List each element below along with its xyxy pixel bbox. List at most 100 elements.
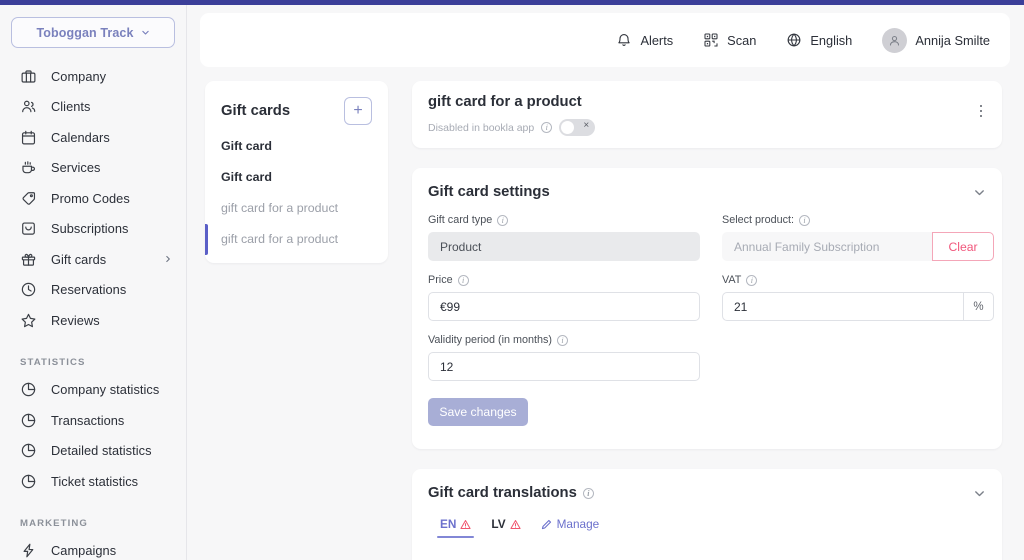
sidebar-item-label: Clients: [51, 99, 91, 115]
vat-percent-suffix: %: [963, 292, 994, 321]
org-switcher-button[interactable]: Toboggan Track: [11, 17, 175, 48]
vat-label: VAT: [722, 274, 742, 286]
validity-period-input[interactable]: 12: [428, 352, 700, 381]
alerts-button[interactable]: Alerts: [616, 32, 673, 48]
info-icon[interactable]: i: [557, 334, 569, 346]
translation-tabs: EN LV Manage: [412, 501, 1002, 538]
sidebar-nav: Company Clients Calendars Services Promo…: [0, 61, 186, 560]
sidebar-item-label: Gift cards: [51, 251, 107, 267]
disabled-status-label: Disabled in bookla app: [428, 121, 535, 134]
price-label-row: Price i: [428, 274, 700, 286]
gift-icon: [20, 251, 37, 268]
tab-en[interactable]: EN: [436, 517, 475, 538]
add-gift-card-button[interactable]: +: [344, 97, 372, 125]
gift-card-type-label-row: Gift card type i: [428, 214, 700, 226]
select-product-group: Annual Family Subscription Clear: [722, 232, 994, 261]
header-bar: Alerts Scan English Annija Smilte: [200, 13, 1010, 67]
gift-card-detail-header: gift card for a product Disabled in book…: [412, 81, 1002, 148]
list-item[interactable]: gift card for a product: [205, 193, 388, 224]
price-field: Price i €99: [428, 274, 700, 321]
pie-chart-icon: [20, 412, 37, 429]
manage-translations-button[interactable]: Manage: [541, 517, 599, 538]
gift-card-translations-panel: Gift card translations i EN LV Manage: [412, 469, 1002, 560]
sidebar-item-reservations[interactable]: Reservations: [0, 275, 186, 306]
sidebar-item-label: Detailed statistics: [51, 443, 152, 459]
info-icon[interactable]: i: [457, 274, 469, 286]
settings-form: Gift card type i Product Select product:…: [412, 200, 1002, 394]
language-selector[interactable]: English: [786, 32, 852, 48]
sidebar-item-label: Transactions: [51, 412, 125, 428]
sidebar-item-label: Services: [51, 160, 101, 176]
bolt-icon: [20, 542, 37, 559]
sidebar-item-services[interactable]: Services: [0, 153, 186, 184]
chevron-down-icon[interactable]: [973, 487, 986, 500]
sidebar-item-gift-cards[interactable]: Gift cards: [0, 244, 186, 275]
clock-icon: [20, 281, 37, 298]
gift-card-type-field: Gift card type i Product: [428, 214, 700, 261]
sidebar-item-company[interactable]: Company: [0, 61, 186, 92]
vat-label-row: VAT i: [722, 274, 994, 286]
pie-chart-icon: [20, 473, 37, 490]
warning-triangle-icon: [510, 519, 521, 530]
avatar: [882, 27, 908, 53]
info-icon[interactable]: i: [799, 214, 811, 226]
sidebar-item-label: Company: [51, 68, 107, 84]
org-switcher-label: Toboggan Track: [36, 25, 134, 40]
sidebar-item-label: Reviews: [51, 312, 100, 328]
sidebar-item-subscriptions[interactable]: Subscriptions: [0, 214, 186, 245]
kebab-menu-icon[interactable]: [974, 103, 988, 119]
save-changes-button[interactable]: Save changes: [428, 398, 528, 426]
list-item[interactable]: Gift card: [205, 131, 388, 162]
sidebar-item-label: Campaigns: [51, 543, 117, 559]
info-icon[interactable]: i: [746, 274, 758, 286]
sidebar-item-label: Promo Codes: [51, 190, 130, 206]
translations-header: Gift card translations i: [412, 469, 1002, 501]
pencil-icon: [541, 519, 552, 530]
toggle-knob: [561, 121, 575, 134]
select-product-input[interactable]: Annual Family Subscription: [722, 232, 932, 261]
sidebar-item-ticket-statistics[interactable]: Ticket statistics: [0, 466, 186, 497]
pie-chart-icon: [20, 442, 37, 459]
select-product-label-row: Select product: i: [722, 214, 994, 226]
settings-title: Gift card settings: [428, 184, 550, 200]
list-item[interactable]: Gift card: [205, 162, 388, 193]
tab-en-label: EN: [440, 517, 457, 531]
info-icon[interactable]: i: [497, 214, 509, 226]
clear-product-button[interactable]: Clear: [932, 232, 994, 261]
sidebar-item-campaigns[interactable]: Campaigns: [0, 536, 186, 560]
validity-period-field: Validity period (in months) i 12: [428, 334, 700, 381]
sidebar-item-calendars[interactable]: Calendars: [0, 122, 186, 153]
vat-group: 21 %: [722, 292, 994, 321]
sidebar-item-company-statistics[interactable]: Company statistics: [0, 375, 186, 406]
sidebar-item-transactions[interactable]: Transactions: [0, 405, 186, 436]
info-icon[interactable]: i: [582, 487, 594, 499]
language-label: English: [810, 32, 853, 48]
chevron-down-icon[interactable]: [973, 186, 986, 199]
chevron-right-icon: [164, 255, 172, 263]
sidebar-item-label: Calendars: [51, 129, 110, 145]
sidebar-item-label: Company statistics: [51, 382, 160, 398]
price-input[interactable]: €99: [428, 292, 700, 321]
vat-input[interactable]: 21: [722, 292, 963, 321]
user-menu[interactable]: Annija Smilte: [882, 27, 990, 53]
alerts-label: Alerts: [640, 32, 674, 48]
sidebar: Toboggan Track Company Clients Calendars…: [0, 5, 187, 560]
calendar-icon: [20, 129, 37, 146]
tab-lv[interactable]: LV: [491, 517, 521, 538]
info-icon[interactable]: i: [541, 122, 553, 133]
sidebar-item-detailed-statistics[interactable]: Detailed statistics: [0, 436, 186, 467]
briefcase-icon: [20, 68, 37, 85]
toggle-off-mark: ×: [583, 120, 590, 131]
sidebar-item-clients[interactable]: Clients: [0, 92, 186, 123]
disabled-status-row: Disabled in bookla app i ×: [428, 119, 596, 136]
scan-button[interactable]: Scan: [703, 32, 756, 48]
settings-header: Gift card settings: [412, 168, 1002, 200]
globe-icon: [786, 32, 802, 48]
sidebar-item-promo-codes[interactable]: Promo Codes: [0, 183, 186, 214]
sidebar-item-label: Ticket statistics: [51, 473, 139, 489]
bag-icon: [20, 220, 37, 237]
sidebar-item-reviews[interactable]: Reviews: [0, 305, 186, 336]
star-icon: [20, 312, 37, 329]
bookla-app-toggle[interactable]: ×: [559, 119, 596, 136]
list-item-selected[interactable]: gift card for a product: [205, 223, 388, 255]
